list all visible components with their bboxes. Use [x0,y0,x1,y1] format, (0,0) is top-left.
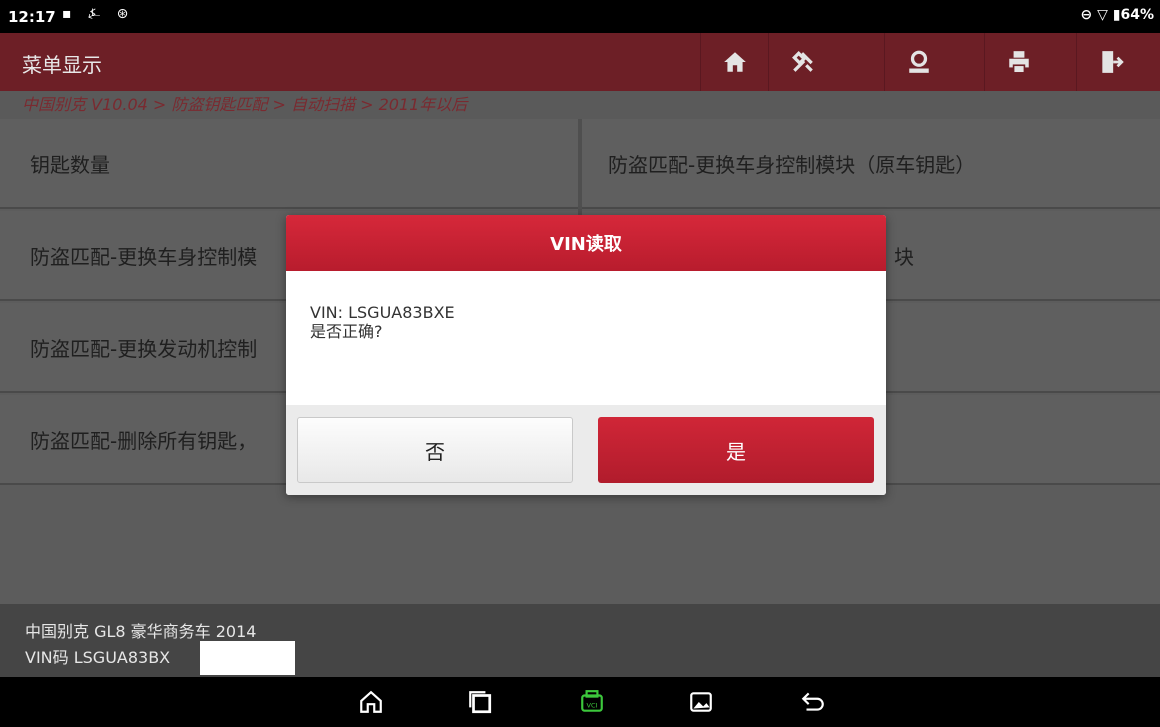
screenshot-icon[interactable] [688,689,714,715]
dialog-title: VIN读取 [286,215,886,271]
title-bar: 菜单显示 [0,33,1160,91]
vin-read-dialog: VIN读取 VIN: LSGUA83BXE 是否正确? 否 是 [286,215,886,495]
print-button[interactable] [984,33,1053,91]
vehicle-model: 中国别克 GL8 豪华商务车 2014 [25,622,257,641]
exit-button[interactable] [1076,33,1145,91]
dialog-footer: 否 是 [286,405,886,495]
status-bar: 12:17 ▪ ⍼ ⊛ ⊖ ▽ ▮64% [0,0,1160,33]
no-button[interactable]: 否 [297,417,573,483]
status-time: 12:17 [8,8,56,26]
back-icon[interactable] [800,689,826,715]
status-right: ⊖ ▽ ▮64% [1080,7,1154,23]
nav-bar: VCI [0,677,1160,727]
menu-item-replace-bcm-original-key[interactable]: 防盗匹配-更换车身控制模块（原车钥匙） [582,119,1160,209]
dialog-body: VIN: LSGUA83BXE 是否正确? [286,271,886,405]
exit-icon [1102,51,1124,73]
notification-icons: ▪ ⍼ ⊛ [62,6,135,22]
dialog-question-line: 是否正确? [310,322,383,341]
yes-button[interactable]: 是 [598,417,874,483]
print-icon [1009,51,1029,74]
menu-item-key-count[interactable]: 钥匙数量 [0,119,578,209]
home-nav-icon[interactable] [358,689,384,715]
page-title: 菜单显示 [22,53,102,77]
vci-icon[interactable]: VCI [579,689,605,715]
vin-display: VIN码 LSGUA83BX [25,648,171,667]
home-button[interactable] [700,33,769,91]
user-icon [909,50,929,73]
breadcrumb: 中国别克 V10.04 > 防盗钥匙匹配 > 自动扫描 > 2011年以后 [0,91,1160,119]
recents-icon[interactable] [467,689,493,715]
vehicle-info: 中国别克 GL8 豪华商务车 2014 VIN码 LSGUA83BX [0,604,1160,677]
dialog-vin-line: VIN: LSGUA83BXE [310,303,455,322]
diagnose-tools-button[interactable] [768,33,837,91]
user-button[interactable] [884,33,953,91]
svg-text:VCI: VCI [587,701,598,709]
home-icon [724,52,746,72]
vin-redaction [200,641,295,675]
battery-level: 64% [1120,7,1154,23]
diagnose-tools-icon [792,51,813,72]
